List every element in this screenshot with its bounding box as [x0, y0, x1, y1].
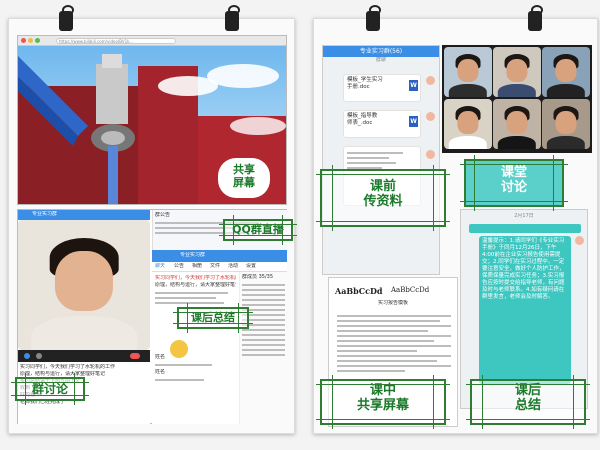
- minimize-icon[interactable]: [28, 38, 33, 43]
- binder-clip-icon: [366, 5, 381, 31]
- font-style-sample: AaBbCcDd: [391, 286, 430, 294]
- label-pre-class-materials: 课前 传资料: [363, 179, 403, 209]
- label-in-class-frame: 课中 共享屏幕: [316, 375, 450, 429]
- hangup-icon[interactable]: [130, 353, 140, 359]
- label-after-class-summary: 课后总结: [191, 311, 235, 324]
- teacher-face: [54, 251, 114, 311]
- collage: https://www.bilibili.com/video/BV1k... 共…: [0, 0, 600, 450]
- browser-toolbar: https://www.bilibili.com/video/BV1k...: [18, 36, 286, 46]
- phone-chat-title: 专业实习群(56): [359, 48, 403, 55]
- label-summary-frame: 课后 总结: [466, 375, 590, 429]
- label-summary-frame: 课后总结: [173, 303, 253, 333]
- teacher-body: [31, 316, 137, 350]
- maximize-icon[interactable]: [35, 38, 40, 43]
- label-class-discussion: 课堂 讨论: [500, 165, 527, 195]
- tab-announce[interactable]: 公告: [174, 263, 184, 270]
- qq-chat-messages: 实习同学们，今天我们学习了水轮机的工作 原理，结构与运行，请大家整理好笔记 姓名…: [152, 272, 240, 424]
- tab-activity[interactable]: 活动: [228, 263, 238, 270]
- participant-video: [493, 47, 541, 97]
- avatar: [575, 236, 584, 245]
- chat-line: 原理，结构与运行，请大家整理好笔记: [155, 282, 236, 288]
- close-icon[interactable]: [21, 38, 26, 43]
- doc-text-lines: [337, 312, 451, 375]
- right-poster: 专业实习群(56) 群聊 模板_学生实习 手册.doc W 模板_指导教 师表_…: [313, 5, 598, 434]
- participant-video: [444, 99, 492, 149]
- binder-clip-icon: [225, 5, 240, 31]
- announce-heading: 群公告: [155, 212, 171, 218]
- label-discussion-frame: 课堂 讨论: [460, 155, 568, 211]
- word-doc-icon: W: [409, 116, 418, 127]
- teal-badge: [469, 224, 581, 233]
- font-style-sample: AaBbCcDd: [335, 286, 383, 296]
- tab-album[interactable]: 相册: [192, 263, 202, 270]
- avatar: [426, 112, 435, 121]
- participant-video: [542, 47, 590, 97]
- member-count: 群成员 35/35: [242, 274, 273, 280]
- label-discussion-frame: 群讨论: [11, 373, 89, 405]
- qq-live-title: 专业实习群: [32, 211, 58, 217]
- phone-chat-screen: 专业实习群(56) 群聊 模板_学生实习 手册.doc W 模板_指导教 师表_…: [322, 45, 440, 275]
- avatar: [426, 76, 435, 85]
- chat-line: 实习同学们，今天我们学习了水轮机的工作: [20, 364, 116, 370]
- shared-screen-browser: https://www.bilibili.com/video/BV1k... 共…: [17, 35, 287, 205]
- phone-chat-titlebar: 专业实习群(56): [323, 46, 439, 57]
- camera-icon[interactable]: [36, 353, 42, 359]
- qq-chat-tabs: 聊天 公告 相册 文件 活动 设置: [152, 262, 287, 272]
- participant-video: [444, 47, 492, 97]
- label-share-screen: 共享 屏幕: [218, 158, 270, 198]
- binder-clip-icon: [528, 5, 543, 31]
- label-qq-live-frame: QQ群直播: [219, 215, 297, 245]
- announcement-message[interactable]: 温馨提示：1.请同学们《专业实习手册》于同月12月26日，下午4:00前在企业实…: [479, 236, 571, 384]
- chat-line: 姓名: [155, 369, 166, 375]
- binder-clip-icon: [59, 5, 74, 31]
- message-time: 2月17日: [514, 213, 534, 219]
- qq-live-titlebar: 专业实习群: [18, 210, 150, 220]
- qq-chat-title: 专业实习群: [180, 252, 206, 258]
- word-doc-icon: W: [409, 80, 418, 91]
- label-pre-class-frame: 课前 传资料: [316, 165, 450, 231]
- mic-icon[interactable]: [24, 353, 30, 359]
- teacher-video: [18, 220, 150, 350]
- phone-chat-subtitle: 群聊: [375, 57, 386, 63]
- tab-file[interactable]: 文件: [210, 263, 220, 270]
- doc-title: 实习报告模板: [377, 300, 408, 306]
- left-poster: https://www.bilibili.com/video/BV1k... 共…: [8, 5, 297, 434]
- chat-line: 实习同学们，今天我们学习了水轮机的工作: [155, 275, 236, 281]
- tab-settings[interactable]: 设置: [246, 263, 256, 270]
- video-call-grid: [442, 45, 592, 153]
- avatar: [426, 150, 435, 159]
- qq-chat-titlebar: 专业实习群: [152, 250, 287, 262]
- participant-video: [493, 99, 541, 149]
- turbine-3d-scene: 共享 屏幕: [18, 46, 286, 204]
- qq-member-list: 群成员 35/35: [240, 272, 287, 424]
- chat-line: 姓名: [155, 354, 166, 360]
- participant-video: [542, 99, 590, 149]
- label-after-class-summary-right: 课后 总结: [514, 383, 541, 413]
- emoji-thinking-icon: [170, 340, 188, 358]
- tab-chat[interactable]: 聊天: [155, 263, 165, 270]
- address-bar[interactable]: https://www.bilibili.com/video/BV1k...: [56, 38, 176, 44]
- label-in-class-share: 课中 共享屏幕: [356, 383, 409, 413]
- video-controls: [18, 350, 150, 362]
